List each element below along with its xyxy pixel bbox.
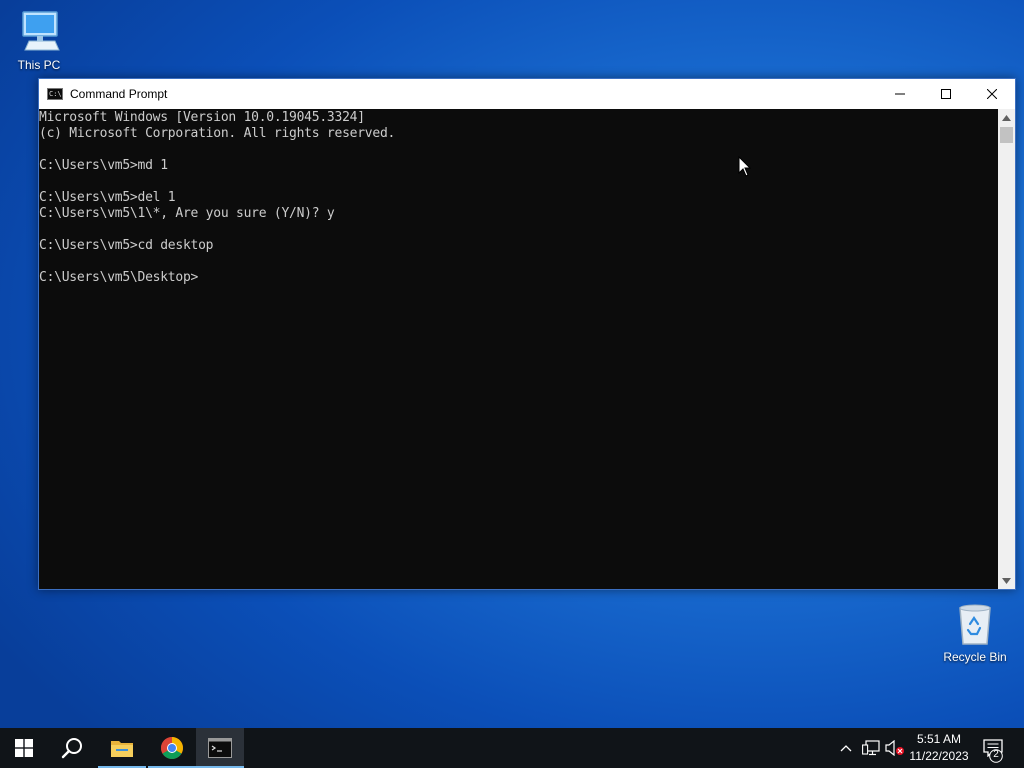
scrollbar-thumb[interactable] <box>1000 127 1013 143</box>
volume-tray-button[interactable] <box>884 728 906 768</box>
maximize-button[interactable] <box>923 79 969 109</box>
start-button[interactable] <box>0 728 48 768</box>
minimize-button[interactable] <box>877 79 923 109</box>
minimize-icon <box>895 93 905 95</box>
notification-count: 2 <box>993 749 999 760</box>
chrome-icon <box>161 737 183 759</box>
search-button[interactable] <box>48 728 96 768</box>
window-titlebar[interactable]: C:\ Command Prompt <box>39 79 1015 109</box>
mouse-cursor-icon <box>738 156 752 177</box>
console-line: Microsoft Windows [Version 10.0.19045.33… <box>39 110 365 125</box>
close-icon <box>987 89 997 99</box>
search-icon <box>61 738 82 759</box>
command-prompt-window: C:\ Command Prompt Microsoft Windows [Ve… <box>38 78 1016 590</box>
taskbar: 5:51 AM 11/22/2023 <box>0 728 1024 768</box>
scroll-up-button[interactable] <box>998 109 1015 126</box>
chevron-up-icon <box>840 745 852 752</box>
network-tray-button[interactable] <box>860 728 882 768</box>
console-line: (c) Microsoft Corporation. All rights re… <box>39 126 396 141</box>
computer-icon <box>22 11 60 51</box>
cmd-icon <box>208 738 232 758</box>
taskbar-file-explorer[interactable] <box>98 728 146 768</box>
console-line: C:\Users\vm5>md 1 <box>39 158 168 173</box>
clock-date: 11/22/2023 <box>909 749 969 763</box>
desktop-icon-label: This PC <box>17 58 61 72</box>
folder-icon <box>111 741 133 757</box>
console-line: C:\Users\vm5>cd desktop <box>39 238 214 253</box>
console-line: C:\Users\vm5\1\*, Are you sure (Y/N)? y <box>39 206 335 221</box>
windows-logo-icon <box>15 739 33 757</box>
show-hidden-icons-button[interactable] <box>836 728 856 768</box>
close-button[interactable] <box>969 79 1015 109</box>
scroll-down-button[interactable] <box>998 572 1015 589</box>
taskbar-command-prompt[interactable] <box>196 728 244 768</box>
notification-count-badge: 2 <box>989 748 1003 763</box>
recycle-bin-icon <box>959 604 991 645</box>
console-line: C:\Users\vm5>del 1 <box>39 190 176 205</box>
taskbar-clock[interactable]: 5:51 AM 11/22/2023 <box>904 731 974 765</box>
chevron-down-icon <box>1002 577 1011 584</box>
window-title: Command Prompt <box>70 87 168 101</box>
desktop-icon-this-pc[interactable]: This PC <box>1 8 77 72</box>
maximize-icon <box>941 89 951 99</box>
desktop-icon-recycle-bin[interactable]: Recycle Bin <box>937 600 1013 664</box>
clock-time: 5:51 AM <box>916 732 962 746</box>
desktop-icon-label: Recycle Bin <box>943 650 1007 664</box>
console-output[interactable]: Microsoft Windows [Version 10.0.19045.33… <box>39 109 999 589</box>
vertical-scrollbar[interactable] <box>998 109 1015 589</box>
volume-muted-icon <box>885 740 904 756</box>
network-icon <box>862 740 880 756</box>
chevron-up-icon <box>1002 114 1011 121</box>
cmd-icon: C:\ <box>47 88 63 100</box>
console-prompt-line: C:\Users\vm5\Desktop> <box>39 270 199 285</box>
taskbar-chrome[interactable] <box>148 728 196 768</box>
